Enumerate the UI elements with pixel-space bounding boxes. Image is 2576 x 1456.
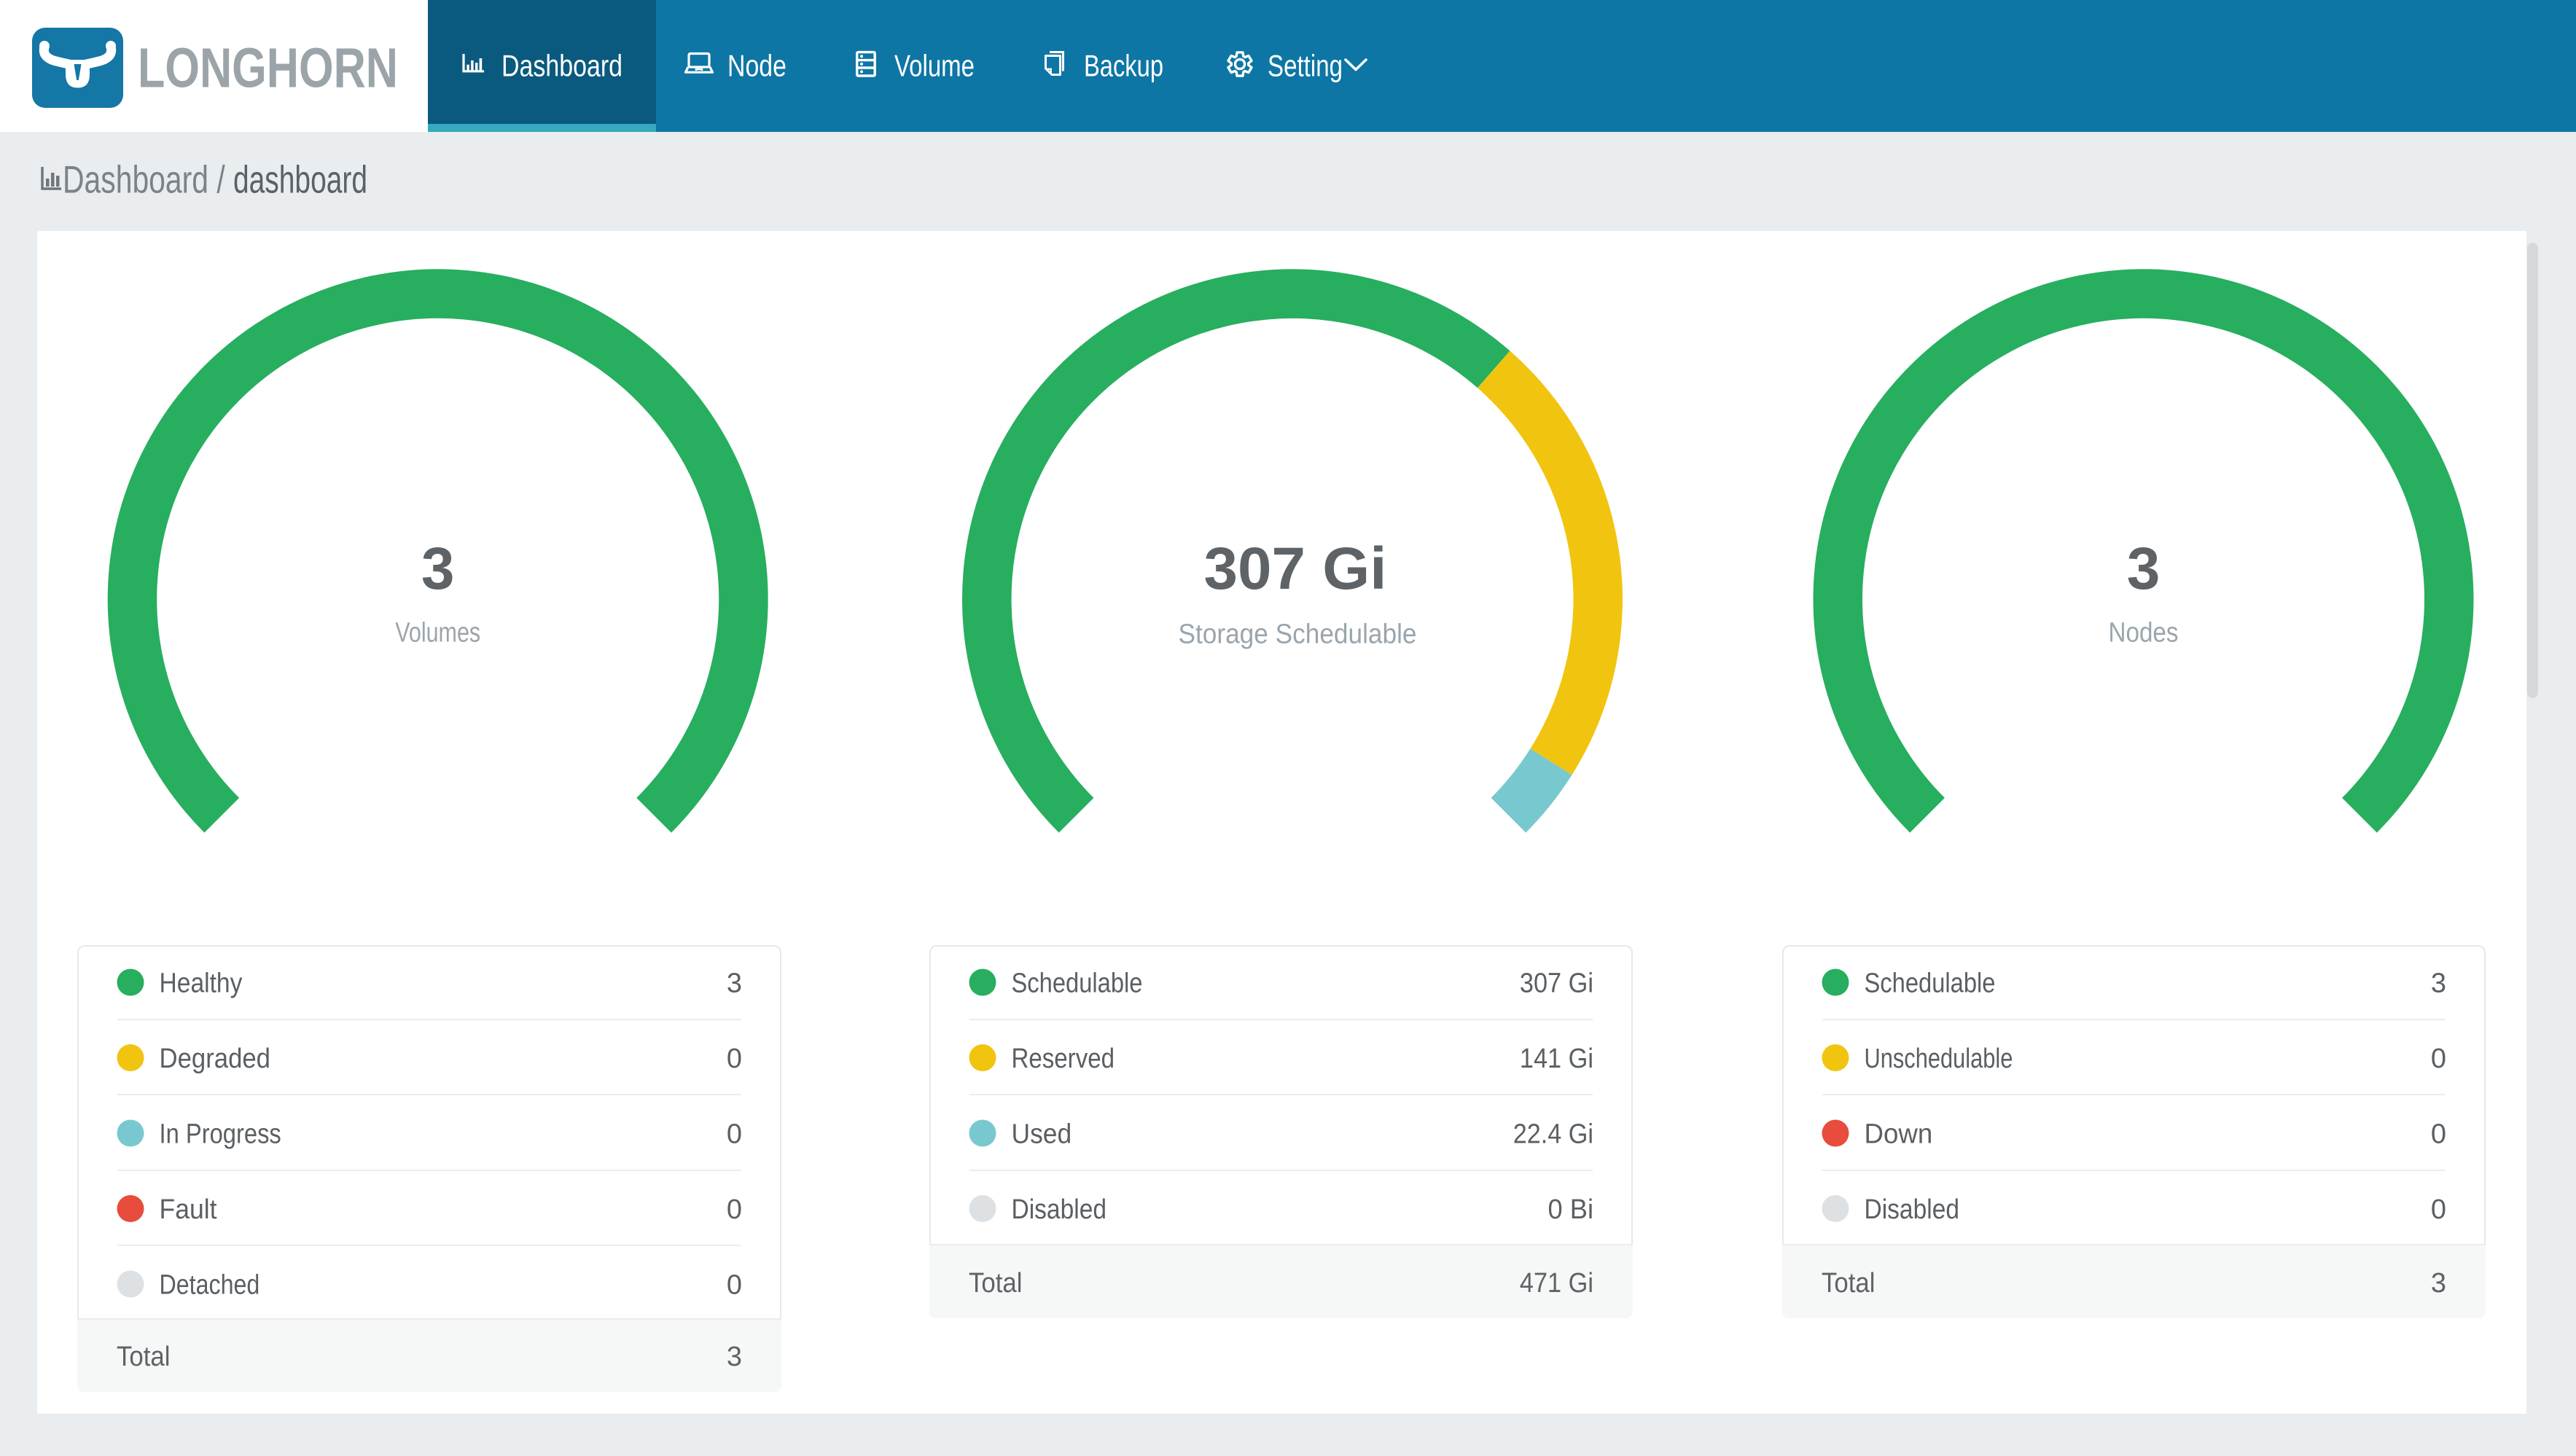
svg-text:3: 3 [421, 536, 455, 602]
svg-text:0: 0 [727, 1270, 742, 1301]
svg-text:Schedulable: Schedulable [1865, 968, 1996, 999]
svg-text:Volume: Volume [894, 49, 975, 83]
svg-text:In Progress: In Progress [160, 1119, 281, 1150]
svg-text:Nodes: Nodes [2109, 618, 2179, 649]
svg-text:Total: Total [969, 1268, 1023, 1299]
svg-text:/: / [208, 159, 233, 202]
svg-text:LONGHORN: LONGHORN [138, 37, 398, 100]
svg-text:Disabled: Disabled [1865, 1194, 1960, 1225]
svg-text:Total: Total [117, 1342, 171, 1372]
svg-text:dashboard: dashboard [233, 159, 367, 202]
svg-text:Detached: Detached [160, 1270, 260, 1301]
svg-text:0: 0 [727, 1044, 742, 1074]
svg-text:3: 3 [727, 1342, 742, 1372]
svg-text:3: 3 [2127, 536, 2161, 602]
svg-text:Fault: Fault [160, 1194, 217, 1225]
svg-text:0: 0 [2431, 1119, 2446, 1150]
svg-text:0: 0 [2431, 1194, 2446, 1225]
svg-text:Reserved: Reserved [1012, 1044, 1115, 1074]
svg-text:0: 0 [2431, 1044, 2446, 1074]
svg-text:Backup: Backup [1084, 49, 1163, 83]
svg-text:Healthy: Healthy [160, 968, 243, 999]
svg-text:Setting: Setting [1268, 49, 1343, 83]
svg-text:3: 3 [2431, 1268, 2446, 1299]
svg-text:471 Gi: 471 Gi [1520, 1268, 1593, 1299]
svg-text:Schedulable: Schedulable [1012, 968, 1143, 999]
svg-text:Degraded: Degraded [160, 1044, 271, 1074]
svg-text:Node: Node [727, 49, 787, 83]
svg-text:307 Gi: 307 Gi [1204, 536, 1387, 602]
svg-text:3: 3 [727, 968, 742, 999]
svg-text:Storage Schedulable: Storage Schedulable [1179, 619, 1417, 650]
svg-text:Volumes: Volumes [395, 618, 480, 649]
svg-text:Down: Down [1865, 1119, 1933, 1150]
svg-text:307 Gi: 307 Gi [1520, 968, 1593, 999]
svg-text:0: 0 [727, 1119, 742, 1150]
svg-text:Unschedulable: Unschedulable [1865, 1044, 2013, 1074]
svg-text:Disabled: Disabled [1012, 1194, 1107, 1225]
svg-text:Used: Used [1012, 1119, 1072, 1150]
svg-text:Total: Total [1822, 1268, 1876, 1299]
svg-text:Dashboard: Dashboard [63, 159, 208, 202]
svg-text:141 Gi: 141 Gi [1520, 1044, 1593, 1074]
svg-text:3: 3 [2431, 968, 2446, 999]
svg-text:0: 0 [727, 1194, 742, 1225]
svg-text:22.4 Gi: 22.4 Gi [1513, 1119, 1593, 1150]
svg-text:Dashboard: Dashboard [501, 49, 622, 83]
svg-text:0 Bi: 0 Bi [1548, 1194, 1594, 1225]
